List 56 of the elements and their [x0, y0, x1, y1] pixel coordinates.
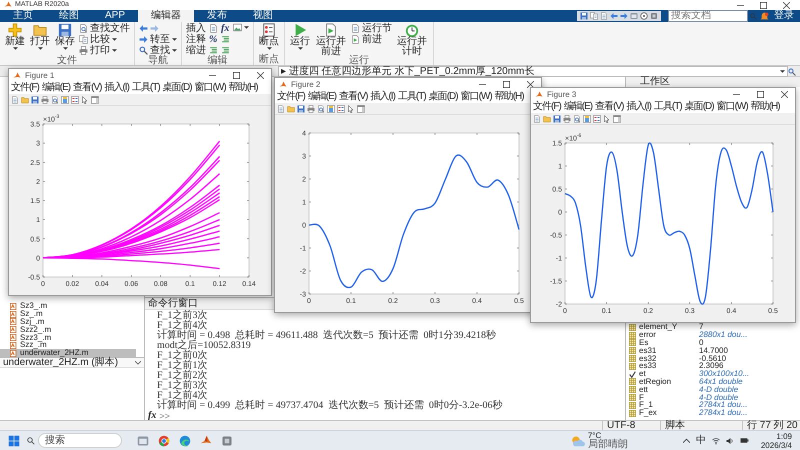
output-line: F_1之前1次	[157, 361, 208, 371]
output-line: F_1之前3次	[157, 311, 208, 321]
variable-value: 2784x1 dou...	[699, 401, 748, 410]
variable-value: 4-D double	[699, 394, 738, 402]
output-line: modt之后=10052.8319	[157, 341, 251, 351]
file-name: Szz2_.m	[20, 326, 52, 334]
variable-name: es31	[639, 346, 658, 355]
window-title: Figure 2	[291, 80, 320, 89]
file-name: Szz_.m	[20, 341, 47, 350]
variable-value: 14.7000	[699, 346, 729, 355]
group-label: 导航	[147, 56, 169, 66]
variable-value: 2784x1 dou...	[699, 409, 748, 417]
file-name: Szz3_.m	[20, 334, 52, 342]
file-name: Szj_.m	[20, 318, 44, 326]
file-name: Sz3_.m	[20, 302, 48, 310]
variable-name: et	[639, 370, 646, 378]
file-name: underwater_2HZ.m	[20, 349, 88, 357]
variable-value: 4-D double	[699, 386, 740, 394]
output-line: 计算时间 = 0.499 总耗时 = 49737.4704 迭代次数=5 预计还需 0时0分-3.2e-06秒	[157, 401, 503, 411]
variable-value: 300x100x10...	[699, 370, 750, 378]
window-title: Figure 1	[25, 71, 54, 80]
group-label: 文件	[56, 56, 78, 66]
variable-value: 2.3096	[699, 362, 724, 370]
variable-name: error	[639, 331, 656, 340]
variable-value: 0	[699, 339, 704, 347]
variable-name: element_Y	[639, 323, 678, 332]
variable-value: 7	[699, 323, 704, 332]
file-details: underwater_2HZ.m (脚本)	[3, 358, 118, 368]
variable-name: Es	[639, 339, 648, 347]
output-line: F_1之前0次	[157, 351, 208, 361]
variable-name: es32	[639, 354, 658, 362]
weather-condition: 局部晴朗	[588, 440, 628, 450]
variable-name: es33	[639, 362, 658, 370]
command-prompt: >>	[159, 411, 170, 421]
output-line: F_1之前4次	[157, 321, 208, 331]
panel-title: 工作区	[626, 77, 800, 87]
group-label: 运行	[348, 56, 370, 66]
variable-value: 64x1 double	[699, 378, 744, 386]
variable-name: etRegion	[639, 378, 672, 386]
variable-name: F_ex	[639, 409, 658, 417]
group-label: 断点	[258, 55, 280, 65]
window-title: Figure 3	[547, 90, 576, 99]
file-name: Sz_.m	[20, 310, 43, 318]
output-line: F_1之前3次	[157, 381, 208, 391]
variable-name: F_1	[639, 401, 654, 410]
output-line: F_1之前4次	[157, 391, 208, 401]
variable-name: ett	[639, 386, 648, 394]
temperature: 7°C	[588, 431, 602, 440]
date: 2026/3/4	[760, 440, 792, 450]
variable-value: -0.5610	[699, 354, 728, 362]
group-label: 编辑	[206, 56, 228, 66]
output-line: F_1之前2次	[157, 371, 208, 381]
variable-name: F	[639, 394, 644, 402]
time: 1:09	[776, 432, 792, 440]
output-line: 计算时间 = 0.498 总耗时 = 49611.488 迭代次数=5 预计还需 0时1分39.4218秒	[157, 331, 496, 341]
variable-value: 2880x1 dou...	[699, 331, 748, 340]
